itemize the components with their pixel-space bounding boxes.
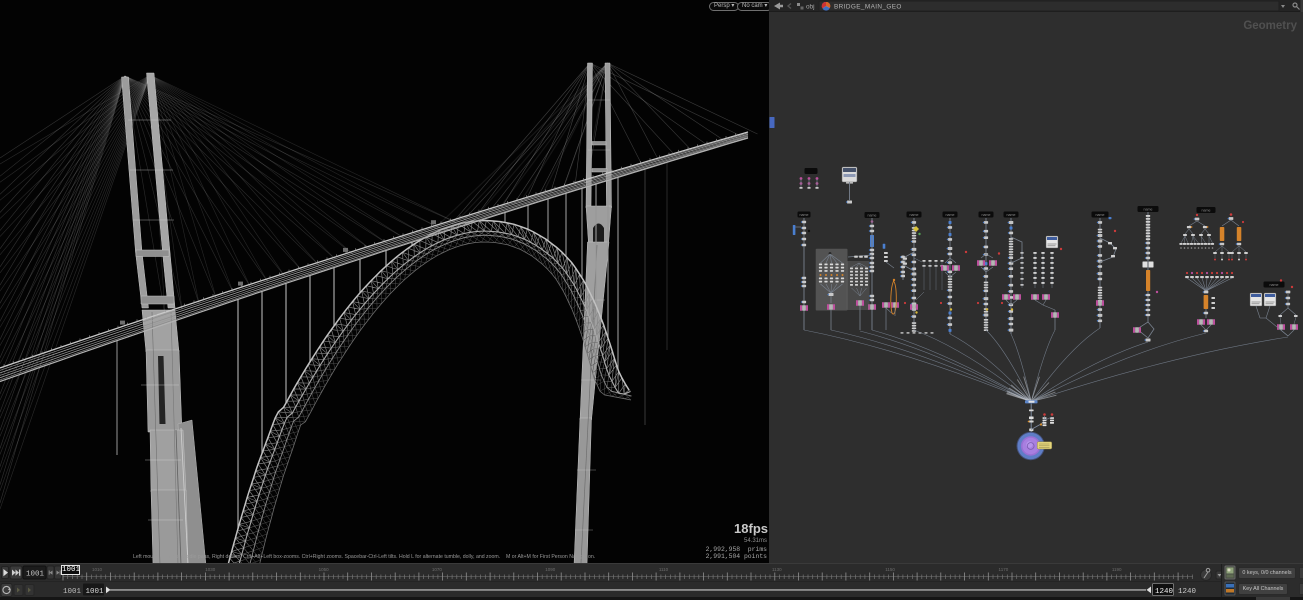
svg-text:1030: 1030: [205, 567, 216, 572]
svg-text:name: name: [1270, 283, 1279, 287]
svg-text:1090: 1090: [545, 567, 556, 572]
svg-text:1001: 1001: [86, 588, 105, 596]
svg-text:obj: obj: [806, 4, 815, 11]
svg-text:name: name: [1144, 207, 1153, 211]
svg-text:1010: 1010: [92, 567, 103, 572]
svg-text:1240: 1240: [1178, 588, 1197, 596]
svg-text:name: name: [982, 213, 991, 217]
svg-text:1240: 1240: [1155, 588, 1174, 596]
svg-text:1110: 1110: [659, 567, 669, 572]
svg-text:name: name: [1202, 208, 1211, 212]
svg-text:BRIDGE_MAIN_GEO: BRIDGE_MAIN_GEO: [834, 4, 902, 11]
svg-text:name: name: [1007, 213, 1016, 217]
svg-text:1130: 1130: [772, 567, 782, 572]
svg-text:name: name: [1096, 213, 1105, 217]
svg-text:1001: 1001: [63, 588, 82, 596]
svg-text:name: name: [910, 213, 919, 217]
svg-text:1050: 1050: [319, 567, 330, 572]
svg-text:1190: 1190: [1112, 567, 1122, 572]
svg-text:name: name: [800, 213, 809, 217]
svg-text:name: name: [946, 213, 955, 217]
svg-text:1150: 1150: [885, 567, 895, 572]
svg-text:1070: 1070: [432, 567, 443, 572]
svg-text:name: name: [868, 213, 877, 217]
svg-text:1170: 1170: [999, 567, 1009, 572]
